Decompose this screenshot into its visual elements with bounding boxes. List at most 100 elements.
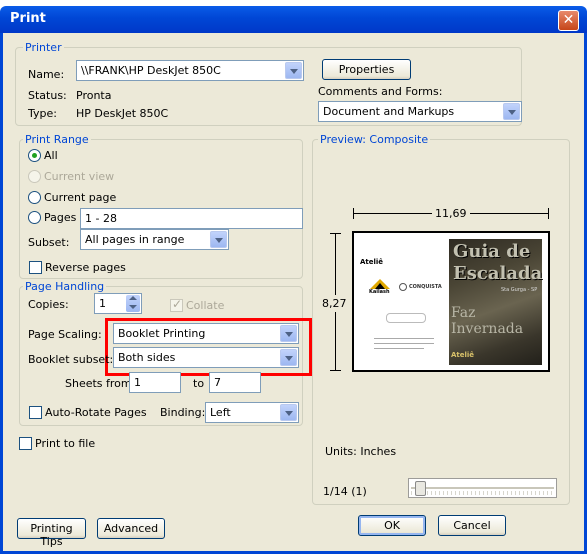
comments-select[interactable]: Document and Markups: [318, 101, 522, 122]
printer-legend: Printer: [23, 41, 64, 54]
current-view-radio: [28, 170, 41, 183]
printer-status-value: Pronta: [76, 89, 112, 102]
back-cover-text-line: [374, 338, 434, 339]
copies-value: 1: [99, 297, 106, 310]
advanced-label: Advanced: [103, 522, 159, 535]
print-to-file-label: Print to file: [35, 437, 96, 450]
cover-photo: Guia de Escalada Sta Gurga - SP Faz Inve…: [449, 239, 542, 365]
page-slider[interactable]: [408, 478, 557, 498]
print-to-file-checkbox[interactable]: [19, 437, 32, 450]
current-view-label: Current view: [44, 170, 115, 183]
preview-page: Guia de Escalada Sta Gurga - SP Faz Inve…: [352, 231, 550, 372]
sheets-from-value: 1: [134, 376, 141, 389]
width-dimension-tick-left: [353, 208, 354, 219]
title-bar: Print ✕: [0, 6, 587, 33]
sheets-from-label: Sheets from: [65, 377, 132, 390]
printer-name-select[interactable]: \\FRANK\HP DeskJet 850C: [76, 60, 304, 81]
properties-button-label: Properties: [338, 63, 395, 76]
chevron-up-icon[interactable]: [129, 296, 137, 300]
cancel-button[interactable]: Cancel: [438, 515, 506, 536]
printer-type-label: Type:: [28, 107, 57, 120]
pages-input[interactable]: 1 - 28: [80, 208, 303, 229]
current-page-radio[interactable]: [28, 191, 41, 204]
back-cover-label-box: [386, 313, 426, 323]
chevron-down-icon[interactable]: [503, 103, 520, 120]
binding-label: Binding:: [160, 406, 206, 419]
chevron-down-icon[interactable]: [129, 305, 137, 309]
cover-faz-line2: Invernada: [451, 321, 524, 337]
chevron-down-icon[interactable]: [280, 325, 297, 342]
copies-input[interactable]: 1: [94, 293, 142, 314]
booklet-subset-value: Both sides: [118, 351, 176, 364]
all-label: All: [44, 149, 58, 162]
pages-label: Pages: [44, 211, 77, 224]
booklet-subset-select[interactable]: Both sides: [113, 347, 299, 368]
printer-status-label: Status:: [28, 89, 67, 102]
ok-label: OK: [384, 519, 400, 532]
ok-button[interactable]: OK: [358, 515, 426, 536]
chevron-down-icon[interactable]: [285, 62, 302, 79]
comments-value: Document and Markups: [323, 105, 455, 118]
collate-label: Collate: [186, 299, 225, 312]
cover-title-line2: Escalada: [453, 263, 543, 284]
collate-checkbox: [170, 297, 183, 312]
binding-value: Left: [210, 406, 231, 419]
sheets-to-value: 7: [214, 376, 221, 389]
pages-radio[interactable]: [28, 211, 41, 224]
chevron-down-icon[interactable]: [210, 231, 227, 248]
kailash-logo: Kailash: [369, 278, 391, 296]
current-page-label: Current page: [44, 191, 117, 204]
advanced-button[interactable]: Advanced: [97, 518, 165, 539]
subset-select[interactable]: All pages in range: [80, 229, 229, 250]
slider-ticks: [411, 491, 554, 495]
printer-type-value: HP DeskJet 850C: [76, 107, 169, 120]
sheets-from-input[interactable]: 1: [129, 372, 181, 393]
all-radio[interactable]: [28, 149, 41, 162]
back-cover-text-line: [374, 348, 424, 349]
back-cover-text-line: [374, 343, 434, 344]
height-dimension-tick-top: [330, 233, 341, 234]
subset-value: All pages in range: [85, 233, 185, 246]
comments-label: Comments and Forms:: [318, 85, 443, 98]
cover-faz-line1: Faz: [451, 305, 476, 321]
auto-rotate-checkbox[interactable]: [29, 406, 42, 419]
copies-label: Copies:: [28, 298, 69, 311]
subset-label: Subset:: [28, 236, 70, 249]
conquista-emblem-icon: [399, 283, 407, 291]
auto-rotate-label: Auto-Rotate Pages: [45, 406, 147, 419]
close-icon: ✕: [562, 12, 575, 28]
page-scaling-select[interactable]: Booklet Printing: [113, 323, 299, 344]
printer-name-label: Name:: [28, 68, 65, 81]
preview-legend: Preview: Composite: [318, 133, 431, 146]
chevron-down-icon[interactable]: [280, 404, 297, 421]
page-handling-legend: Page Handling: [23, 280, 107, 293]
slider-thumb[interactable]: [415, 481, 426, 496]
width-dimension-tick-right: [548, 208, 549, 219]
booklet-subset-label: Booklet subset:: [28, 353, 114, 366]
cover-atelie-logo: Ateliê: [451, 351, 475, 359]
cancel-label: Cancel: [453, 519, 491, 532]
pages-value: 1 - 28: [85, 212, 117, 225]
reverse-pages-label: Reverse pages: [45, 261, 126, 274]
printing-tips-button[interactable]: Printing Tips: [17, 518, 86, 548]
reverse-pages-checkbox[interactable]: [29, 261, 42, 274]
height-dimension-label: 8,27: [322, 295, 347, 312]
printer-name-value: \\FRANK\HP DeskJet 850C: [81, 64, 221, 77]
print-range-legend: Print Range: [23, 133, 91, 146]
back-atelie-logo: Ateliê: [360, 258, 384, 266]
close-button[interactable]: ✕: [558, 10, 579, 31]
properties-button[interactable]: Properties: [322, 59, 411, 80]
binding-select[interactable]: Left: [205, 402, 299, 423]
copies-stepper[interactable]: [126, 295, 140, 312]
page-indicator: 1/14 (1): [323, 485, 367, 498]
page-scaling-value: Booklet Printing: [118, 327, 206, 340]
window-title: Print: [10, 11, 46, 26]
conquista-logo: CONQUISTA: [399, 281, 444, 295]
chevron-down-icon[interactable]: [280, 349, 297, 366]
sheets-to-label: to: [193, 377, 205, 390]
cover-location: Sta Gurga - SP: [501, 287, 538, 293]
slider-rail: [411, 487, 554, 489]
conquista-logo-text: CONQUISTA: [409, 284, 442, 290]
height-dimension-tick-bottom: [330, 370, 341, 371]
sheets-to-input[interactable]: 7: [209, 372, 261, 393]
